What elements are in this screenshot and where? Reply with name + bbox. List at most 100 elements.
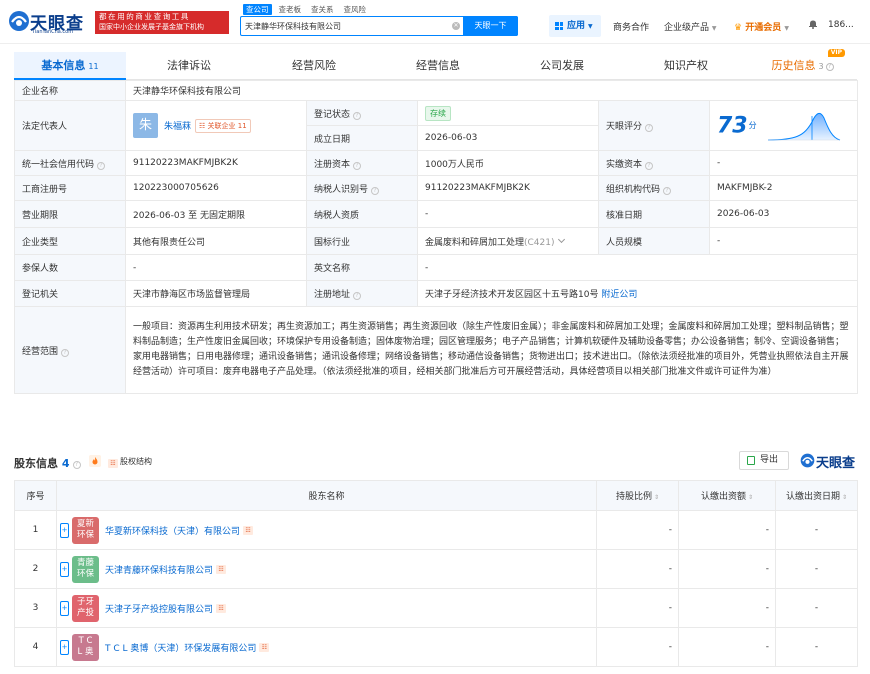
legal-rep-label: 法定代表人 xyxy=(14,100,126,151)
col-date-label: 认缴出资日期 xyxy=(785,492,840,502)
expand-icon[interactable]: + xyxy=(60,600,69,616)
top-header: 天眼查 TianYanCha.com 都在用的商业查询工具 国家中小企业发展子基… xyxy=(0,0,870,44)
tab-basic-info[interactable]: 基本信息 11 xyxy=(14,52,126,80)
equity-structure-label: 股权结构 xyxy=(120,457,152,466)
reg-status-label-text: 登记状态 xyxy=(314,109,351,120)
equity-icon[interactable]: ☷ xyxy=(259,642,270,652)
logo-subtext: TianYanCha.com xyxy=(32,29,74,35)
search-tab-company[interactable]: 查公司 xyxy=(243,4,272,15)
col-ratio[interactable]: 持股比例 ⇕ xyxy=(596,480,679,511)
grid-icon xyxy=(555,22,563,30)
score-cell[interactable]: 73分 xyxy=(708,100,859,151)
col-amount-label: 认缴出资额 xyxy=(700,492,746,502)
vip-button[interactable]: ♛ 开通会员 ▼ xyxy=(734,20,789,33)
date: - xyxy=(775,627,858,667)
col-name: 股东名称 xyxy=(56,480,597,511)
paid-capital: - xyxy=(708,150,859,176)
sort-icon: ⇕ xyxy=(653,494,660,501)
term-label: 营业期限 xyxy=(14,200,126,228)
equity-icon[interactable]: ☷ xyxy=(216,564,227,574)
chevron-down-icon[interactable] xyxy=(557,235,565,243)
help-icon[interactable]: ? xyxy=(371,186,380,195)
equity-structure-link[interactable]: ☷ 股权结构 xyxy=(108,456,152,468)
user-menu[interactable]: 186... xyxy=(828,20,854,30)
nav-enterprise-products[interactable]: 企业级产品 ▼ xyxy=(664,20,717,33)
help-icon[interactable]: ? xyxy=(645,161,654,170)
company-logo: T CL 奥 xyxy=(72,633,99,661)
industry-code: (C421) xyxy=(524,237,555,248)
col-amount[interactable]: 认缴出资额 ⇕ xyxy=(678,480,776,511)
shareholder-name[interactable]: T C L 奥博（天津）环保发展有限公司 xyxy=(105,641,256,654)
tianyancha-logo[interactable]: 天眼查 TianYanCha.com xyxy=(8,8,94,36)
help-icon[interactable]: ? xyxy=(353,292,362,300)
apps-button[interactable]: 应用 ▼ xyxy=(549,15,601,37)
search-tab-boss[interactable]: 查老板 xyxy=(276,4,305,15)
amount: - xyxy=(678,627,776,667)
export-button[interactable]: 导出 xyxy=(739,451,789,470)
related-companies-badge[interactable]: ☷ 关联企业 11 xyxy=(195,118,251,133)
staff-label: 人员规模 xyxy=(598,227,710,255)
nearby-companies-link[interactable]: 附近公司 xyxy=(601,290,637,300)
search-input[interactable] xyxy=(245,17,455,35)
help-icon[interactable]: ? xyxy=(61,348,70,357)
shareholder-name[interactable]: 华夏新环保科技（天津）有限公司 xyxy=(105,524,240,537)
reg-capital-label-text: 注册资本 xyxy=(314,159,351,170)
search-button[interactable]: 天眼一下 xyxy=(463,16,518,36)
bell-icon[interactable] xyxy=(808,19,818,29)
help-icon[interactable]: ? xyxy=(72,461,81,469)
help-icon[interactable]: ? xyxy=(645,124,654,132)
paid-capital-label-text: 实缴资本 xyxy=(606,159,643,170)
logo-eye-icon xyxy=(800,453,815,468)
col-date[interactable]: 认缴出资日期 ⇕ xyxy=(775,480,858,511)
tab-ip[interactable]: 知识产权 xyxy=(624,52,748,80)
scope-label: 经营范围? xyxy=(14,306,126,394)
chevron-down-icon: ▼ xyxy=(784,25,789,32)
tab-history[interactable]: VIP 历史信息 3? xyxy=(748,49,857,80)
equity-icon[interactable]: ☷ xyxy=(216,603,227,613)
help-icon[interactable]: ? xyxy=(825,63,834,71)
help-icon[interactable]: ? xyxy=(353,111,362,120)
expand-icon[interactable]: + xyxy=(60,561,69,577)
export-icon xyxy=(747,456,755,465)
help-icon[interactable]: ? xyxy=(353,161,362,170)
credit-code-label-text: 统一社会信用代码 xyxy=(22,159,95,170)
authority-label: 登记机关 xyxy=(14,280,126,307)
equity-icon[interactable]: ☷ xyxy=(243,525,254,535)
legal-rep-name[interactable]: 朱福菻 xyxy=(164,122,191,132)
amount: - xyxy=(678,549,776,589)
industry-label: 国标行业 xyxy=(306,227,418,255)
avatar[interactable]: 朱 xyxy=(133,113,158,138)
sort-icon: ⇕ xyxy=(841,494,848,501)
company-logo: 青藤 环保 xyxy=(72,555,99,583)
paid-capital-label: 实缴资本? xyxy=(598,150,710,176)
shareholder-cell: + 青藤 环保 天津青藤环保科技有限公司 ☷ xyxy=(56,549,597,589)
reg-no: 120223000705626 xyxy=(125,175,307,201)
credit-code: 91120223MAKFMJBK2K xyxy=(125,150,307,176)
type-label: 企业类型 xyxy=(14,227,126,255)
nav-business[interactable]: 商务合作 xyxy=(613,20,649,33)
status-badge: 存续 xyxy=(425,105,451,121)
tab-business-risk[interactable]: 经营风险 xyxy=(252,52,376,80)
section-tabs: 基本信息 11 法律诉讼 经营风险 经营信息 公司发展 知识产权 VIP 历史信息 3… xyxy=(14,49,857,80)
clear-icon[interactable]: ✕ xyxy=(452,22,460,30)
expand-icon[interactable]: + xyxy=(60,522,69,538)
industry-cell[interactable]: 金属废料和碎屑加工处理(C421) xyxy=(417,227,599,255)
expand-icon[interactable]: + xyxy=(60,639,69,655)
tab-development[interactable]: 公司发展 xyxy=(500,52,624,80)
search-tab-relation[interactable]: 查关系 xyxy=(308,4,337,15)
search-tab-risk[interactable]: 查风险 xyxy=(341,4,370,15)
help-icon[interactable]: ? xyxy=(663,186,672,195)
authority: 天津市静海区市场监督管理局 xyxy=(125,280,307,307)
company-logo: 子牙 产投 xyxy=(72,594,99,622)
row-no: 2 xyxy=(14,549,57,589)
scope-label-text: 经营范围 xyxy=(22,346,59,357)
tab-business-info[interactable]: 经营信息 xyxy=(376,52,500,80)
tab-legal[interactable]: 法律诉讼 xyxy=(126,52,252,80)
fire-icon[interactable] xyxy=(89,455,101,467)
shareholder-name[interactable]: 天津子牙产投控股有限公司 xyxy=(105,602,213,615)
shareholder-name[interactable]: 天津青藤环保科技有限公司 xyxy=(105,563,213,576)
english-name: - xyxy=(416,254,859,281)
help-icon[interactable]: ? xyxy=(97,161,106,170)
score-unit: 分 xyxy=(748,121,757,130)
chevron-down-icon: ▼ xyxy=(711,25,717,32)
